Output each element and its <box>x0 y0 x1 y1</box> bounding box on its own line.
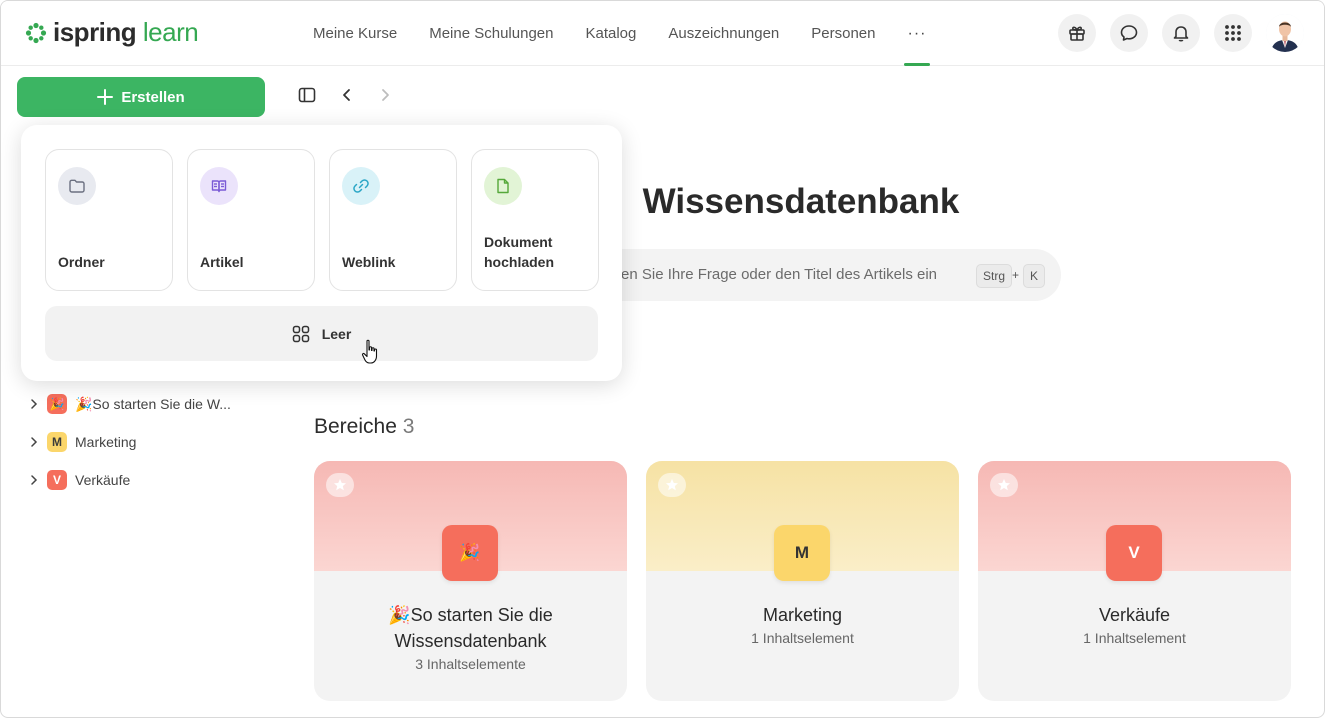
search-input[interactable]: en Sie Ihre Frage oder den Titel des Art… <box>561 249 1061 301</box>
space-icon: V <box>1106 525 1162 581</box>
logo-product: learn <box>142 17 199 47</box>
nav-auszeichnungen[interactable]: Auszeichnungen <box>652 1 795 66</box>
header-actions <box>1058 14 1304 52</box>
search-placeholder: en Sie Ihre Frage oder den Titel des Art… <box>621 266 938 283</box>
book-icon <box>211 180 227 193</box>
logo[interactable]: ispring learn <box>25 17 199 48</box>
user-avatar[interactable] <box>1266 14 1304 52</box>
apps-button[interactable] <box>1214 14 1252 52</box>
tile-label: Artikel <box>200 254 244 270</box>
logo-brand: ispring <box>53 17 137 47</box>
favorite-button[interactable] <box>326 473 354 497</box>
avatar-icon <box>1266 14 1304 52</box>
hand-cursor-icon <box>361 339 378 364</box>
space-name: 🎉So starten Sie die Wissensdatenbank <box>388 605 553 651</box>
tree-item-marketing[interactable]: M Marketing <box>29 423 231 461</box>
blank-create-label: Leer <box>321 325 352 342</box>
tree-badge: V <box>47 470 67 490</box>
space-name: Marketing <box>762 605 843 625</box>
tree-item-verkaeufe[interactable]: V Verkäufe <box>29 461 231 499</box>
chevron-right-icon[interactable] <box>29 475 41 485</box>
nav-more-button[interactable]: ··· <box>892 1 943 66</box>
tree-badge: M <box>47 432 67 452</box>
app-window: ispring learn Meine Kurse Meine Schulung… <box>0 0 1325 718</box>
forward-chevron-icon[interactable] <box>377 87 393 103</box>
create-folder-tile[interactable]: Ordner <box>45 149 173 291</box>
space-item-count: 1 Inhaltselement <box>751 630 854 646</box>
shortcut-plus: + <box>1012 268 1020 282</box>
nav-meine-schulungen[interactable]: Meine Schulungen <box>413 1 569 66</box>
folder-icon <box>69 179 85 193</box>
back-chevron-icon[interactable] <box>339 87 355 103</box>
nav-katalog[interactable]: Katalog <box>569 1 652 66</box>
tile-label: Ordner <box>58 254 105 270</box>
notifications-button[interactable] <box>1162 14 1200 52</box>
create-weblink-tile[interactable]: Weblink <box>329 149 457 291</box>
tree-item-label: Marketing <box>75 434 137 450</box>
favorite-button[interactable] <box>990 473 1018 497</box>
plus-icon <box>97 89 114 105</box>
space-item-count: 3 Inhaltselemente <box>415 656 526 672</box>
space-icon: M <box>774 525 830 581</box>
space-name: Verkäufe <box>1098 605 1171 625</box>
create-button[interactable]: Erstellen <box>17 77 265 117</box>
main-nav: Meine Kurse Meine Schulungen Katalog Aus… <box>297 1 942 66</box>
section-title: Bereiche 3 <box>314 415 414 439</box>
favorite-button[interactable] <box>658 473 686 497</box>
chat-icon <box>1120 25 1138 41</box>
space-card-getting-started[interactable]: 🎉 🎉So starten Sie die Wissensdatenbank 3… <box>314 461 627 701</box>
tile-label: Weblink <box>342 254 396 270</box>
create-button-label: Erstellen <box>121 88 185 106</box>
top-bar: ispring learn Meine Kurse Meine Schulung… <box>1 1 1324 66</box>
knowledge-tree: 🎉 🎉So starten Sie die W... M Marketing V… <box>29 385 231 499</box>
shortcut-key-strg: Strg <box>976 264 1013 288</box>
star-icon <box>334 479 346 491</box>
content-toolbar <box>297 85 393 105</box>
nav-personen[interactable]: Personen <box>795 1 891 66</box>
star-icon <box>998 479 1010 491</box>
space-card-verkaeufe[interactable]: V Verkäufe 1 Inhaltselement <box>978 461 1291 701</box>
chat-button[interactable] <box>1110 14 1148 52</box>
ispring-logo-icon <box>25 22 47 43</box>
apps-grid-icon <box>1225 25 1241 41</box>
bell-icon <box>1173 26 1189 42</box>
space-item-count: 1 Inhaltselement <box>1083 630 1186 646</box>
shortcut-key-k: K <box>1023 264 1046 288</box>
tree-item-label: 🎉So starten Sie die W... <box>75 395 231 412</box>
chevron-right-icon[interactable] <box>29 437 41 447</box>
section-count: 3 <box>402 415 415 438</box>
gift-button[interactable] <box>1058 14 1096 52</box>
tile-label: Dokument hochladen <box>484 234 555 270</box>
blank-create-button[interactable]: Leer <box>45 306 598 361</box>
sidebar-toggle-icon[interactable] <box>297 85 317 105</box>
tree-item-getting-started[interactable]: 🎉 🎉So starten Sie die W... <box>29 385 231 423</box>
create-popup: Ordner Artikel Weblink Dokument hochlade… <box>21 125 622 381</box>
tree-badge: 🎉 <box>47 394 67 414</box>
chevron-right-icon[interactable] <box>29 399 41 409</box>
upload-document-tile[interactable]: Dokument hochladen <box>471 149 599 291</box>
section-label: Bereiche <box>314 415 397 438</box>
space-card-marketing[interactable]: M Marketing 1 Inhaltselement <box>646 461 959 701</box>
star-icon <box>666 479 678 491</box>
tree-item-label: Verkäufe <box>75 472 131 488</box>
gift-icon <box>1069 26 1085 41</box>
page-title: Wissensdatenbank <box>642 182 960 221</box>
document-icon <box>497 178 509 194</box>
space-icon: 🎉 <box>442 525 498 581</box>
link-icon <box>353 179 369 193</box>
create-article-tile[interactable]: Artikel <box>187 149 315 291</box>
grid-icon <box>292 325 309 342</box>
nav-meine-kurse[interactable]: Meine Kurse <box>297 1 413 66</box>
